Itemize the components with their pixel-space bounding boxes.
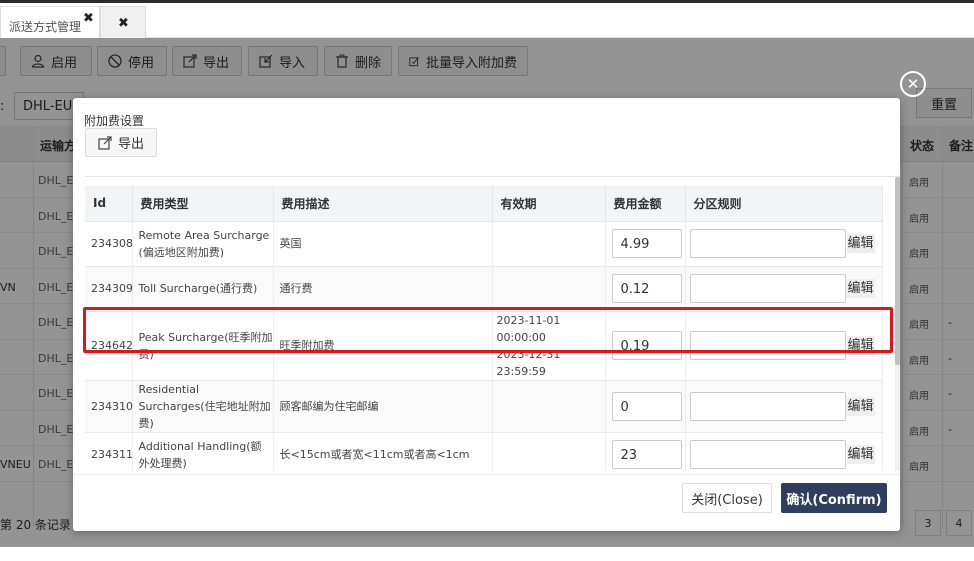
validity-period-cell bbox=[492, 380, 606, 433]
fee-type-cell: Toll Surcharge(通行费) bbox=[132, 266, 274, 312]
zone-rule-cell: 编辑 bbox=[685, 221, 883, 267]
fee-description-cell: 长<15cm或者宽<11cm或者高<1cm bbox=[273, 432, 493, 471]
tab-bar: 派送方式管理 ✖ ✖ bbox=[0, 3, 974, 38]
zone-rule-cell: 编辑 bbox=[685, 380, 883, 433]
id-cell: 234311 bbox=[85, 432, 133, 471]
fee-type-cell: Remote Area Surcharge (偏远地区附加费) bbox=[132, 221, 274, 267]
col-validity-period: 有效期 bbox=[492, 186, 606, 222]
highlight-box bbox=[83, 307, 893, 353]
edit-link[interactable]: 编辑 bbox=[846, 234, 875, 253]
fee-amount-input[interactable]: 23 bbox=[611, 440, 682, 469]
fee-amount-cell: 23 bbox=[605, 432, 686, 471]
surcharge-row[interactable]: 234308 Remote Area Surcharge (偏远地区附加费) 英国 4… bbox=[85, 221, 883, 267]
zone-rule-cell: 编辑 bbox=[685, 432, 883, 471]
surcharge-row[interactable]: 234311 Additional Handling(额外处理费) 长<15cm或者… bbox=[85, 432, 883, 471]
surcharge-row[interactable]: 234309 Toll Surcharge(通行费) 通行费 0.12 编辑 bbox=[85, 266, 883, 312]
edit-link[interactable]: 编辑 bbox=[846, 396, 875, 416]
zone-rule-input[interactable] bbox=[689, 440, 846, 469]
dialog-footer-divider bbox=[73, 474, 900, 475]
validity-period-cell bbox=[492, 266, 606, 312]
edit-link[interactable]: 编辑 bbox=[846, 279, 875, 298]
fee-type-cell: Residential Surcharges(住宅地址附加费) bbox=[132, 380, 274, 433]
tab-secondary[interactable]: ✖ bbox=[100, 6, 146, 38]
tab-shipping-method-management[interactable]: 派送方式管理 ✖ bbox=[0, 6, 100, 38]
fee-amount-input[interactable]: 4.99 bbox=[611, 229, 682, 258]
fee-amount-cell: 0 bbox=[605, 380, 686, 433]
confirm-button[interactable]: 确认(Confirm) bbox=[781, 483, 887, 513]
col-fee-description: 费用描述 bbox=[273, 186, 493, 222]
fee-description-cell: 英国 bbox=[273, 221, 493, 267]
id-cell: 234310 bbox=[85, 380, 133, 433]
fee-amount-cell: 4.99 bbox=[605, 221, 686, 267]
dialog-title: 附加费设置 bbox=[84, 114, 145, 128]
close-button[interactable]: 关闭(Close) bbox=[682, 483, 772, 513]
dialog-export-label: 导出 bbox=[118, 137, 145, 152]
id-cell: 234309 bbox=[85, 266, 133, 312]
close-icon[interactable]: ✖ bbox=[118, 16, 129, 31]
validity-period-cell bbox=[492, 432, 606, 471]
dialog-export-button[interactable]: 导出 bbox=[85, 128, 157, 157]
surcharge-row[interactable]: 234310 Residential Surcharges(住宅地址附加费) 顾客邮… bbox=[85, 380, 883, 433]
zone-rule-cell: 编辑 bbox=[685, 266, 883, 312]
page-bottom bbox=[0, 547, 974, 561]
close-icon[interactable]: ✕ bbox=[900, 71, 926, 97]
tab-label: 派送方式管理 bbox=[9, 20, 82, 34]
col-id: Id bbox=[85, 186, 133, 222]
scrollbar-thumb[interactable] bbox=[895, 177, 900, 365]
col-zone-rule: 分区规则 bbox=[685, 186, 883, 222]
fee-amount-cell: 0.12 bbox=[605, 266, 686, 312]
export-icon bbox=[98, 135, 112, 150]
col-fee-amount: 费用金额 bbox=[605, 186, 686, 222]
id-cell: 234308 bbox=[85, 221, 133, 267]
col-fee-type: 费用类型 bbox=[132, 186, 274, 222]
fee-type-cell: Additional Handling(额外处理费) bbox=[132, 432, 274, 471]
zone-rule-input[interactable] bbox=[689, 274, 846, 303]
fee-description-cell: 顾客邮编为住宅邮编 bbox=[273, 380, 493, 433]
fee-amount-input[interactable]: 0.12 bbox=[611, 274, 682, 303]
zone-rule-input[interactable] bbox=[689, 229, 846, 258]
edit-link[interactable]: 编辑 bbox=[846, 445, 875, 464]
close-icon[interactable]: ✖ bbox=[83, 11, 94, 26]
fee-description-cell: 通行费 bbox=[273, 266, 493, 312]
validity-period-cell bbox=[492, 221, 606, 267]
zone-rule-input[interactable] bbox=[689, 391, 846, 421]
fee-amount-input[interactable]: 0 bbox=[611, 391, 682, 421]
